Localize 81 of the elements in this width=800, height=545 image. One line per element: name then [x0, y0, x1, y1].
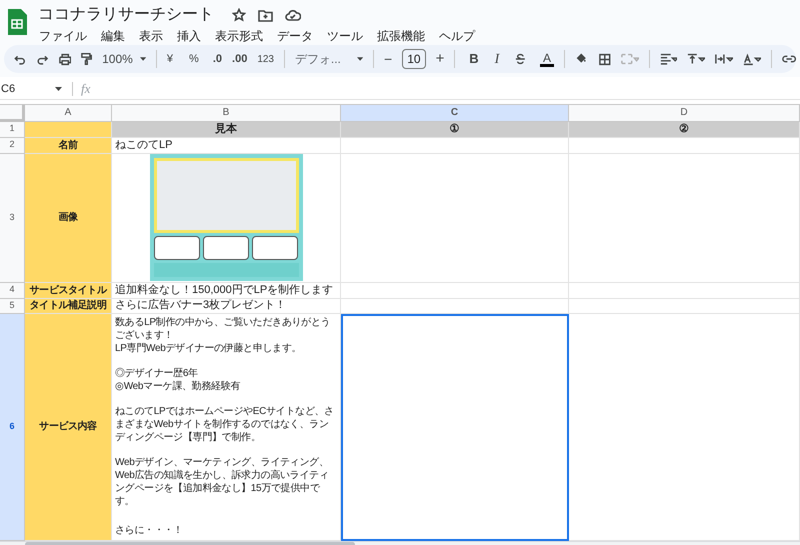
- text-rotation-icon[interactable]: [743, 52, 761, 66]
- menu-item[interactable]: ヘルプ: [438, 27, 476, 45]
- increase-font-size-button[interactable]: +: [436, 48, 444, 70]
- row-header[interactable]: 6: [0, 314, 25, 540]
- cell-text: さらに・・・！: [115, 524, 184, 536]
- decrease-decimal-button[interactable]: .0: [212, 50, 222, 68]
- percent-button[interactable]: %: [189, 50, 199, 68]
- row-header[interactable]: 4: [0, 282, 25, 298]
- table-cell[interactable]: [569, 154, 800, 282]
- scrollbar-thumb[interactable]: [25, 542, 355, 545]
- menu-item[interactable]: ツール: [326, 27, 364, 45]
- borders-icon[interactable]: [599, 52, 611, 66]
- redo-icon[interactable]: [36, 53, 49, 65]
- cell-text: Webデザイン、マーケティング、ライティング、Web広告の知識を生かし、訴求力の高いライティングページを【追加料金なし】15万で提供中です。: [115, 456, 330, 508]
- menu-item[interactable]: 挿入: [176, 27, 202, 45]
- table-cell[interactable]: ②: [569, 122, 800, 138]
- row-header[interactable]: 2: [0, 138, 25, 154]
- column-header[interactable]: B: [112, 104, 341, 122]
- link-icon[interactable]: [782, 54, 796, 64]
- name-box[interactable]: C6: [0, 80, 55, 97]
- document-title[interactable]: ココナラリサーチシート: [38, 4, 214, 26]
- table-cell[interactable]: 画像: [25, 154, 112, 282]
- zoom-select[interactable]: 100%: [102, 50, 133, 68]
- currency-button[interactable]: ¥: [166, 50, 174, 68]
- row-header[interactable]: 5: [0, 298, 25, 314]
- table-cell[interactable]: サービス内容: [25, 314, 112, 540]
- fx-label: fx: [81, 80, 90, 98]
- cloud-icon[interactable]: [285, 9, 301, 21]
- font-size-field[interactable]: 10: [402, 49, 426, 69]
- table-cell[interactable]: [569, 298, 800, 314]
- text-wrap-icon[interactable]: [715, 53, 734, 65]
- align-left-icon[interactable]: [660, 53, 678, 65]
- table-cell[interactable]: 見本: [112, 122, 341, 138]
- row-header[interactable]: 3: [0, 154, 25, 282]
- caret-icon[interactable]: [140, 57, 146, 61]
- table-cell[interactable]: [341, 138, 569, 154]
- vertical-align-icon[interactable]: [687, 53, 706, 65]
- bold-button[interactable]: B: [469, 49, 479, 69]
- caret-icon[interactable]: [356, 57, 364, 61]
- table-cell[interactable]: [569, 282, 800, 298]
- number-format-button[interactable]: 123: [257, 52, 274, 66]
- table-cell[interactable]: [112, 154, 341, 282]
- folder-icon[interactable]: [258, 8, 273, 22]
- italic-button[interactable]: I: [494, 48, 500, 70]
- menu-item[interactable]: 表示: [138, 27, 164, 45]
- decrease-font-size-button[interactable]: −: [384, 48, 392, 70]
- star-icon[interactable]: [232, 8, 246, 22]
- paint-format-icon[interactable]: [81, 52, 92, 66]
- table-cell[interactable]: [341, 154, 569, 282]
- table-cell[interactable]: ①: [341, 122, 569, 138]
- table-cell[interactable]: [25, 122, 112, 138]
- strikethrough-icon[interactable]: [515, 53, 526, 65]
- text-color-button[interactable]: A: [540, 52, 554, 66]
- menu-item[interactable]: 編集: [100, 27, 126, 45]
- row-header[interactable]: 1: [0, 122, 25, 138]
- column-header[interactable]: C: [341, 104, 569, 122]
- cell-text: ねこのてLPではホームページやECサイトなど、さまざまなWebサイトを制作するのではなく、ランディングページ【専門】で制作。: [115, 404, 335, 444]
- column-header[interactable]: D: [569, 104, 800, 122]
- undo-icon[interactable]: [14, 53, 26, 65]
- increase-decimal-button[interactable]: .00: [232, 50, 248, 68]
- table-cell[interactable]: タイトル補足説明: [25, 298, 112, 314]
- cell-text: 数あるLP制作の中から、ご覧いただきありがとうございます！ LP専門Webデザイナーの伊藤と申します。: [115, 316, 332, 354]
- table-cell[interactable]: サービスタイトル: [25, 282, 112, 298]
- menu-item[interactable]: ファイル: [38, 27, 88, 45]
- print-icon[interactable]: [58, 52, 72, 66]
- caret-icon[interactable]: [55, 86, 62, 91]
- table-cell[interactable]: 追加料金なし！150,000円でLPを制作します: [112, 282, 341, 298]
- font-select[interactable]: デフォ...: [294, 50, 341, 68]
- table-cell[interactable]: [341, 298, 569, 314]
- merge-cells-icon[interactable]: [620, 53, 639, 65]
- column-header[interactable]: A: [25, 104, 112, 122]
- table-cell[interactable]: [341, 282, 569, 298]
- menu-item[interactable]: 表示形式: [214, 27, 264, 45]
- table-cell[interactable]: [569, 138, 800, 154]
- menu-item[interactable]: 拡張機能: [376, 27, 426, 45]
- sheets-logo-icon: [6, 7, 28, 37]
- table-cell[interactable]: [341, 314, 569, 540]
- menu-item[interactable]: データ: [276, 27, 314, 45]
- table-cell[interactable]: さらに広告バナー3枚プレゼント！: [112, 298, 341, 314]
- cell-text: ◎デザイナー歴6年 ◎Webマーケ課、勤務経験有: [115, 366, 242, 392]
- table-cell[interactable]: 名前: [25, 138, 112, 154]
